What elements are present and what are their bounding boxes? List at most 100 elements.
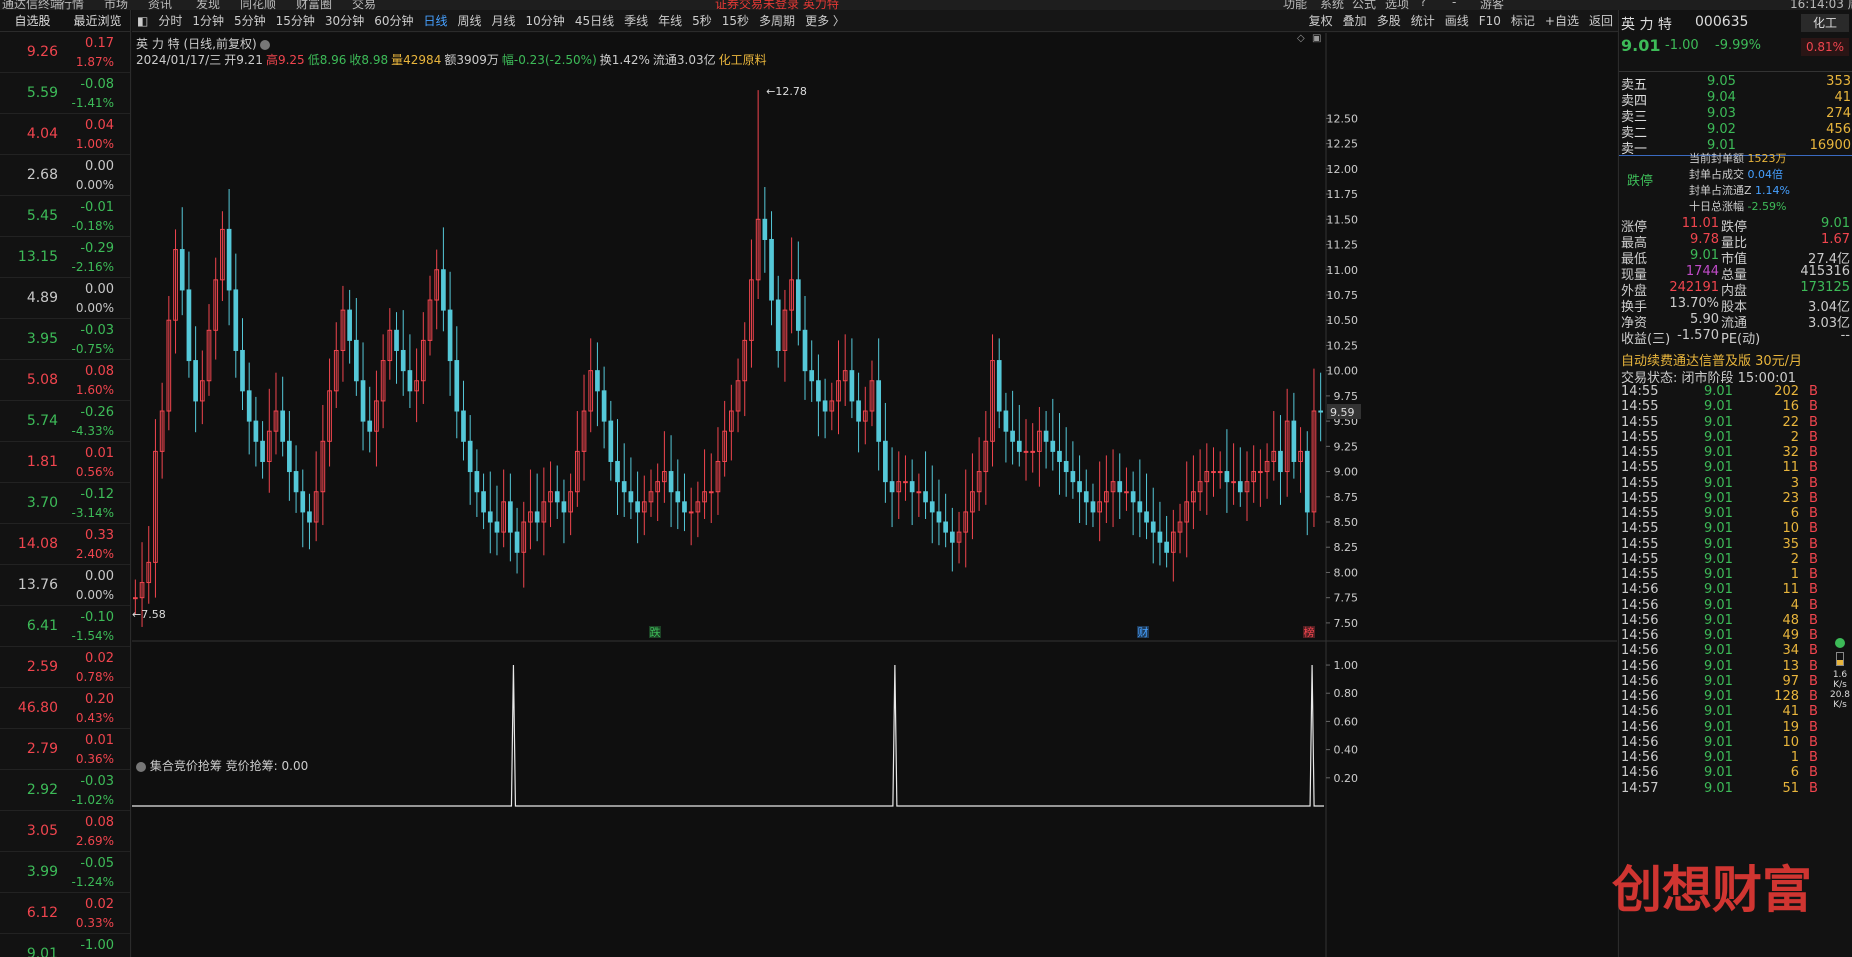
ask-row[interactable]: 卖二 9.02 456: [1619, 122, 1852, 141]
kline-chart[interactable]: 7.507.758.008.258.508.759.009.259.509.75…: [132, 33, 1617, 957]
top-right-item[interactable]: ?: [1420, 0, 1426, 9]
tick-price: 9.01: [1704, 567, 1733, 582]
toolbar-button[interactable]: +自选: [1540, 10, 1584, 31]
top-menu-item[interactable]: 交易: [352, 0, 376, 10]
period-tab[interactable]: 15分钟: [271, 10, 320, 31]
watchlist-row[interactable]: 13.76 0.00 0.00%: [0, 565, 130, 606]
period-tab[interactable]: 10分钟: [521, 10, 570, 31]
top-right-item[interactable]: 公式: [1352, 0, 1376, 10]
toolbar-button[interactable]: F10: [1474, 10, 1506, 31]
seal-value: -2.59%: [1747, 200, 1787, 213]
watchlist-row[interactable]: 4.04 0.04 1.00%: [0, 114, 130, 155]
top-menu-item[interactable]: 通达信终端: [2, 0, 62, 10]
watchlist-row[interactable]: 5.59 -0.08 -1.41%: [0, 73, 130, 114]
tab-watchlist[interactable]: 自选股: [0, 10, 65, 31]
ask-price: 9.05: [1707, 74, 1736, 89]
period-tab[interactable]: 15秒: [717, 10, 754, 31]
period-tab[interactable]: 5分钟: [229, 10, 271, 31]
event-marker[interactable]: 财: [1138, 625, 1149, 639]
y-tick-label: 10.50: [1327, 314, 1359, 327]
watchlist-row[interactable]: 2.79 0.01 0.36%: [0, 729, 130, 770]
watchlist-row[interactable]: 3.05 0.08 2.69%: [0, 811, 130, 852]
period-tab[interactable]: 30分钟: [320, 10, 369, 31]
y-tick-label: 9.25: [1334, 440, 1359, 453]
diamond-icon[interactable]: ◇: [1297, 33, 1305, 44]
toolbar-button[interactable]: 标记: [1506, 10, 1540, 31]
watchlist-row[interactable]: 3.70 -0.12 -3.14%: [0, 483, 130, 524]
toolbar-button[interactable]: 返回: [1584, 10, 1618, 31]
candle: [394, 312, 399, 384]
period-tab[interactable]: 5秒: [687, 10, 717, 31]
event-marker[interactable]: 榜: [1304, 625, 1315, 639]
watchlist-row[interactable]: 46.80 0.20 0.43%: [0, 688, 130, 729]
period-tab[interactable]: 多周期: [754, 10, 800, 31]
maximize-icon[interactable]: ▣: [1312, 33, 1321, 44]
watchlist-row[interactable]: 13.15 -0.29 -2.16%: [0, 237, 130, 278]
settings-icon[interactable]: [260, 39, 271, 50]
top-right-item[interactable]: 功能: [1283, 0, 1307, 10]
period-tab[interactable]: 分时: [153, 10, 187, 31]
watchlist-row[interactable]: 5.08 0.08 1.60%: [0, 360, 130, 401]
period-tab[interactable]: 60分钟: [369, 10, 418, 31]
watchlist-row[interactable]: 6.41 -0.10 -1.54%: [0, 606, 130, 647]
period-tab[interactable]: 月线: [487, 10, 521, 31]
toolbar-button[interactable]: 叠加: [1338, 10, 1372, 31]
tick-price: 9.01: [1704, 597, 1733, 613]
top-right-item[interactable]: -: [1452, 0, 1456, 9]
indicator-toggle-icon[interactable]: [136, 761, 146, 772]
period-tab[interactable]: 年线: [653, 10, 687, 31]
top-menu-item[interactable]: 市场: [104, 0, 128, 10]
indicator-name[interactable]: 集合竞价抢筹: [150, 759, 222, 773]
period-tab[interactable]: 1分钟: [187, 10, 229, 31]
watchlist-row[interactable]: 4.89 0.00 0.00%: [0, 278, 130, 319]
tab-recent[interactable]: 最近浏览: [65, 10, 130, 31]
event-marker[interactable]: 跌: [650, 625, 661, 639]
watchlist-row[interactable]: 2.68 0.00 0.00%: [0, 155, 130, 196]
info-sector[interactable]: 化工原料: [719, 53, 767, 67]
toolbar-button[interactable]: 统计: [1406, 10, 1440, 31]
row-change-pct: -2.16%: [71, 260, 114, 274]
tick-side: B: [1809, 429, 1818, 445]
top-right-item[interactable]: 游客: [1480, 0, 1504, 10]
tick-qty: 41: [1782, 704, 1799, 720]
top-right-item[interactable]: 选项: [1385, 0, 1409, 10]
toolbar-button[interactable]: 画线: [1440, 10, 1474, 31]
watchlist-row[interactable]: 1.81 0.01 0.56%: [0, 442, 130, 483]
watchlist-row[interactable]: 9.26 0.17 1.87%: [0, 32, 130, 73]
industry-tag[interactable]: 化工: [1801, 14, 1849, 32]
watchlist-row[interactable]: 3.99 -0.05 -1.24%: [0, 852, 130, 893]
period-tab[interactable]: 45日线: [570, 10, 619, 31]
stock-code: 000635: [1695, 14, 1749, 30]
ask-row[interactable]: 卖四 9.04 41: [1619, 90, 1852, 109]
candle: [521, 501, 527, 588]
ask-row[interactable]: 卖五 9.05 353: [1619, 74, 1852, 93]
period-tab[interactable]: 周线: [453, 10, 487, 31]
watchlist-row[interactable]: 5.45 -0.01 -0.18%: [0, 196, 130, 237]
top-menu-item[interactable]: 资讯: [148, 0, 172, 10]
period-tab[interactable]: 季线: [619, 10, 653, 31]
candle: [742, 322, 748, 417]
period-tab[interactable]: 日线: [418, 10, 452, 31]
tick-qty: 48: [1782, 612, 1799, 628]
watchlist-row[interactable]: 3.95 -0.03 -0.75%: [0, 319, 130, 360]
toolbar-button[interactable]: 多股: [1372, 10, 1406, 31]
top-menu-item[interactable]: 行情: [60, 0, 84, 10]
watchlist-row[interactable]: 2.59 0.02 0.78%: [0, 647, 130, 688]
top-menu-item[interactable]: 发现: [196, 0, 220, 10]
top-menu-item[interactable]: 同花顺: [240, 0, 276, 10]
ask-row[interactable]: 卖三 9.03 274: [1619, 106, 1852, 125]
watchlist-row[interactable]: 5.74 -0.26 -4.33%: [0, 401, 130, 442]
watchlist-row[interactable]: 6.12 0.02 0.33%: [0, 893, 130, 934]
watchlist-row[interactable]: 9.01 -1.00: [0, 934, 130, 957]
period-tab[interactable]: 更多 〉: [800, 10, 850, 31]
candle: [775, 275, 781, 368]
watchlist-row[interactable]: 2.92 -0.03 -1.02%: [0, 770, 130, 811]
watchlist-row[interactable]: 14.08 0.33 2.40%: [0, 524, 130, 565]
top-menu-bar: 通达信终端 行情 市场 资讯 发现 同花顺 财富圈 交易 证券交易未登录 英力特 功能 系统 公式 选项…: [0, 0, 1852, 10]
top-menu-item[interactable]: 财富圈: [296, 0, 332, 10]
top-right-item[interactable]: 系统: [1320, 0, 1344, 10]
toolbar-button[interactable]: 复权: [1304, 10, 1338, 31]
row-change-pct: 0.56%: [75, 465, 114, 479]
candle: [615, 419, 620, 515]
sidebar-toggle-icon[interactable]: ◧: [132, 10, 153, 31]
